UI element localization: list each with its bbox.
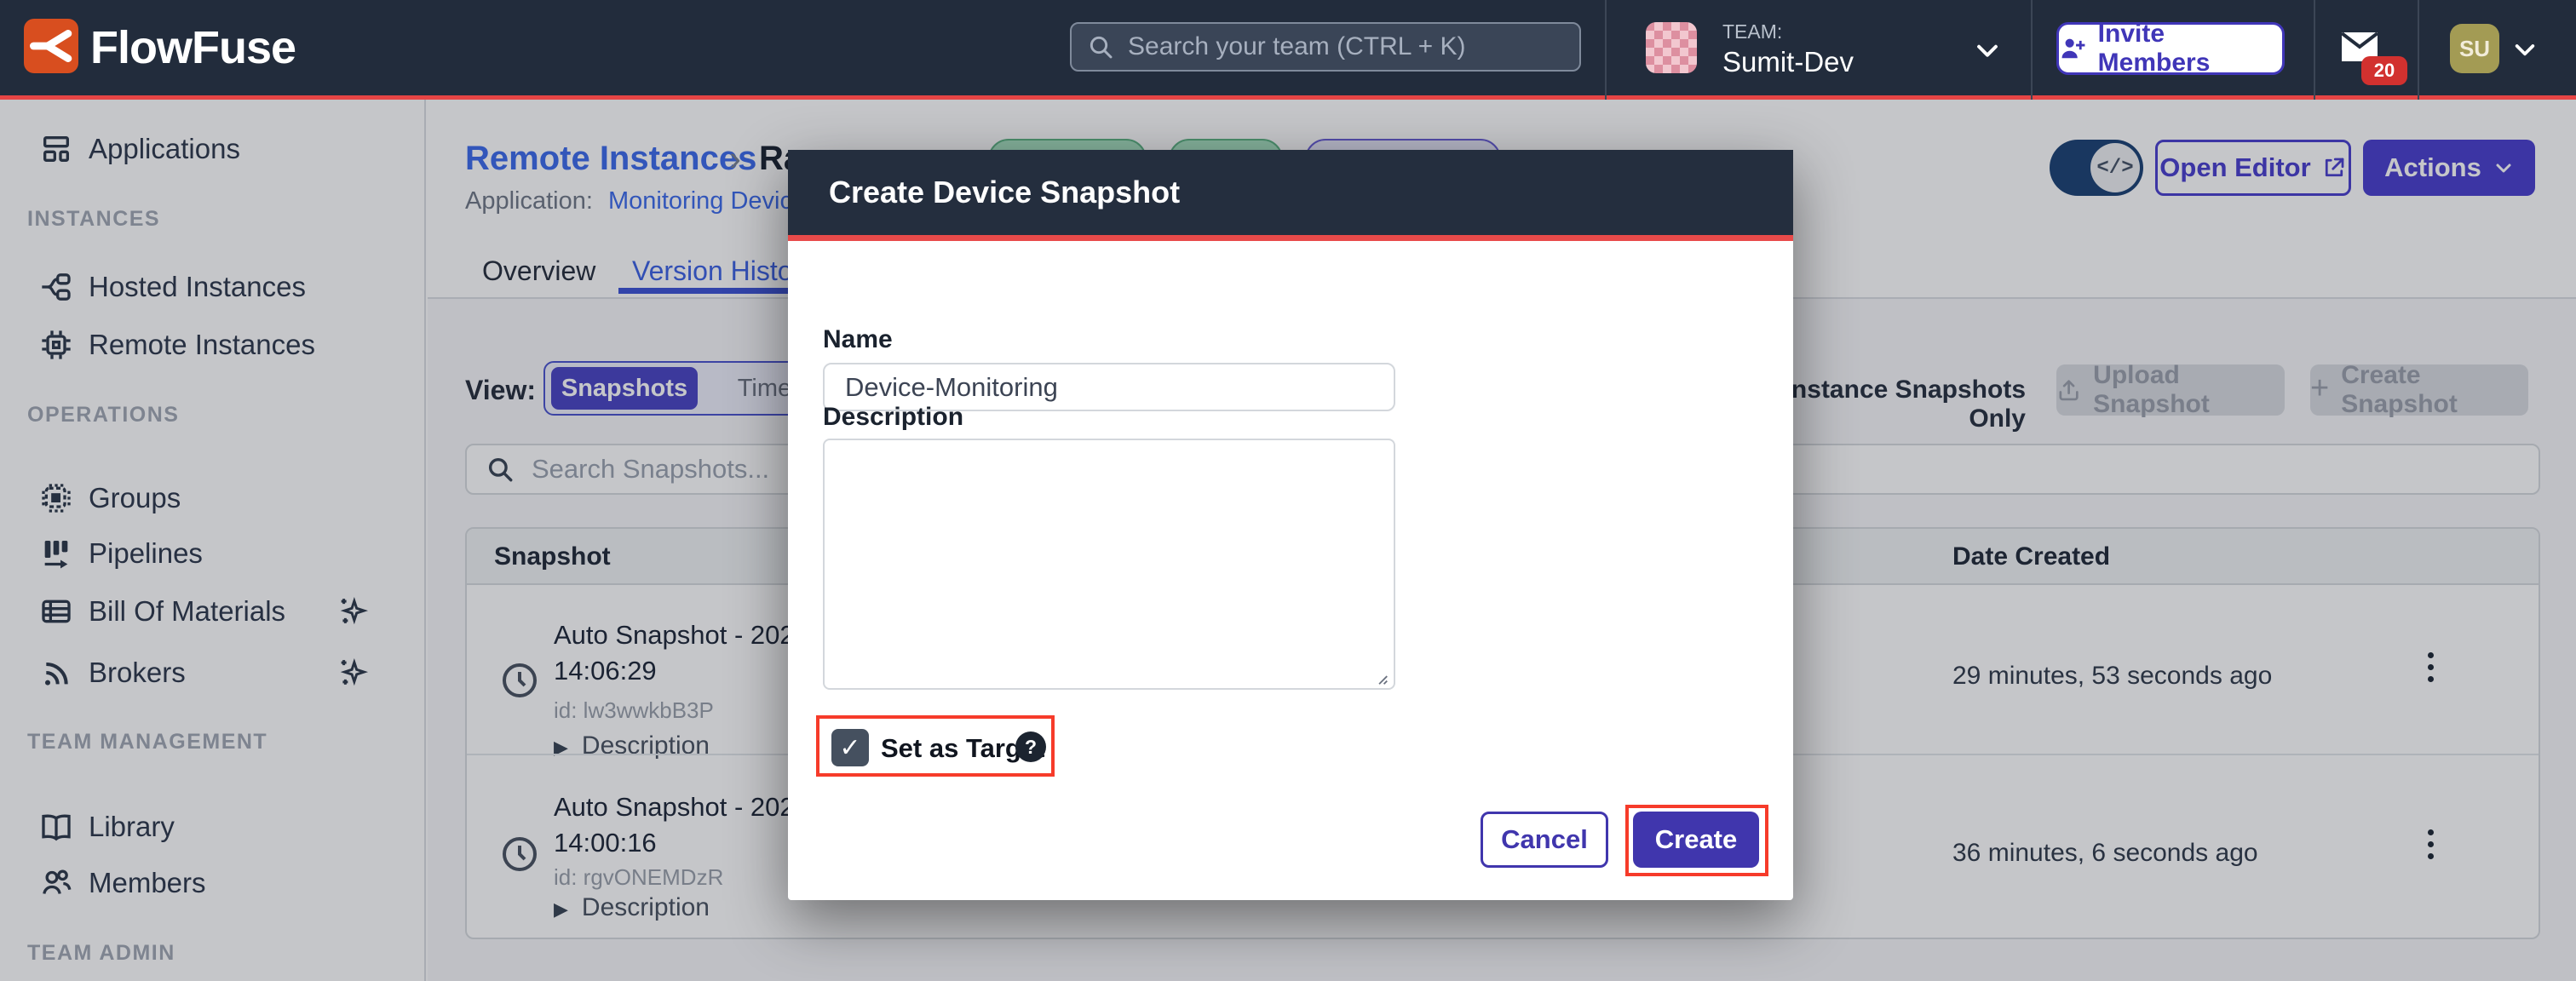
- annotation-box-create-button: [1625, 805, 1768, 876]
- snapshot-description-textarea[interactable]: [823, 439, 1395, 690]
- global-search-input[interactable]: [1126, 32, 1564, 62]
- navbar-divider: [2418, 0, 2419, 100]
- annotation-box-set-as-target: [816, 715, 1055, 777]
- invite-members-button[interactable]: Invite Members: [2056, 22, 2285, 75]
- notification-count-badge: 20: [2361, 56, 2407, 85]
- create-device-snapshot-modal: Create Device Snapshot Name Description …: [788, 150, 1793, 900]
- name-label: Name: [823, 325, 893, 354]
- flowfuse-logo-icon[interactable]: [24, 19, 78, 73]
- brand-name[interactable]: FlowFuse: [90, 17, 296, 78]
- modal-title: Create Device Snapshot: [829, 150, 1180, 235]
- cancel-button[interactable]: Cancel: [1481, 812, 1608, 868]
- resize-handle-icon[interactable]: [1371, 668, 1389, 686]
- invite-members-label: Invite Members: [2098, 20, 2282, 77]
- global-search-box: [1070, 22, 1581, 72]
- team-avatar[interactable]: [1646, 22, 1697, 73]
- chevron-down-icon[interactable]: [1973, 36, 2002, 65]
- chevron-down-icon[interactable]: [2511, 36, 2539, 63]
- navbar-divider: [2314, 0, 2315, 100]
- navbar-divider: [2031, 0, 2033, 100]
- navbar-accent-line: [0, 95, 2576, 100]
- team-label: TEAM:: [1722, 20, 1782, 43]
- description-label: Description: [823, 403, 963, 432]
- team-name[interactable]: Sumit-Dev: [1722, 46, 1854, 78]
- navbar-divider: [1605, 0, 1607, 100]
- app-window: Remote Instances › Ra Application: Monit…: [0, 0, 2576, 981]
- add-user-icon: [2059, 34, 2088, 63]
- modal-accent-line: [788, 235, 1793, 241]
- user-avatar[interactable]: SU: [2450, 24, 2499, 73]
- search-icon: [1087, 33, 1114, 60]
